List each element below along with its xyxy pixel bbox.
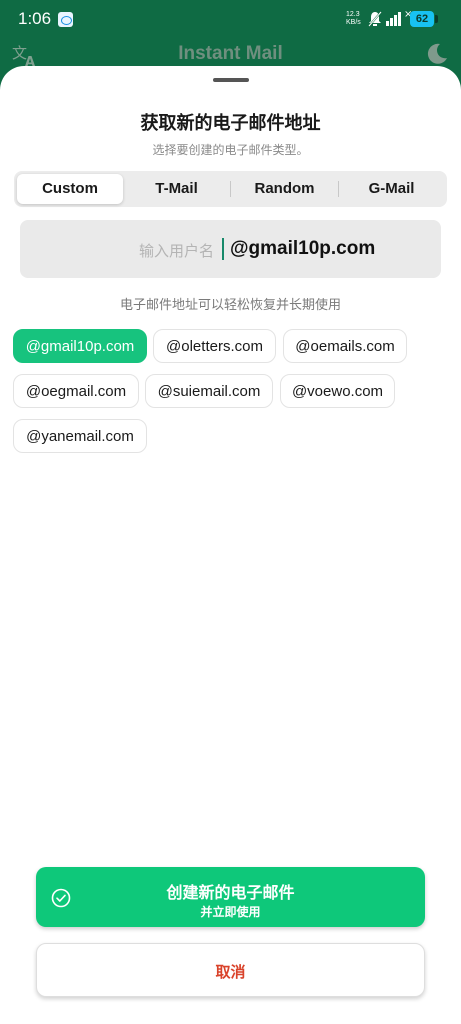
battery-indicator: 62 [410,11,434,27]
username-placeholder: 输入用户名 [139,242,215,260]
status-bar: 1:06 12.3 KB/s × 62 [0,0,461,40]
domain-chip-voewo[interactable]: @voewo.com [280,374,395,408]
sheet-subtitle: 选择要创建的电子邮件类型。 [152,143,309,157]
tab-custom[interactable]: Custom [17,174,123,204]
tab-t-mail[interactable]: T-Mail [123,174,230,204]
moon-icon[interactable] [425,42,449,66]
cloud-notification-icon [58,12,73,27]
email-type-tabs: Custom T-Mail Random G-Mail [14,171,447,207]
drag-handle[interactable] [213,78,249,82]
create-email-label: 创建新的电子邮件 [166,883,295,902]
signal-icon [386,12,404,26]
domain-suffix: @gmail10p.com [230,238,376,259]
domain-chip-oemails[interactable]: @oemails.com [283,329,407,363]
text-cursor [222,238,224,260]
app-title: Instant Mail [178,43,283,64]
domain-chip-oletters[interactable]: @oletters.com [153,329,276,363]
domain-chip-oegmail[interactable]: @oegmail.com [13,374,139,408]
hint-text: 电子邮件地址可以轻松恢复并长期使用 [119,298,341,313]
battery-tip [435,15,438,23]
sheet-title: 获取新的电子邮件地址 [140,113,321,134]
mute-bell-icon [368,11,382,27]
network-speed: 12.3 KB/s [346,11,361,27]
domain-chip-yanemail[interactable]: @yanemail.com [13,419,147,453]
tab-random[interactable]: Random [231,174,338,204]
domain-chip-gmail10p[interactable]: @gmail10p.com [13,329,147,363]
domain-chip-suiemail[interactable]: @suiemail.com [145,374,273,408]
create-email-sublabel: 并立即使用 [200,905,261,919]
tab-g-mail[interactable]: G-Mail [339,174,444,204]
network-speed-unit: KB/s [346,19,361,26]
status-time: 1:06 [18,9,52,28]
network-speed-value: 12.3 [346,11,360,18]
cancel-label: 取消 [215,963,246,981]
